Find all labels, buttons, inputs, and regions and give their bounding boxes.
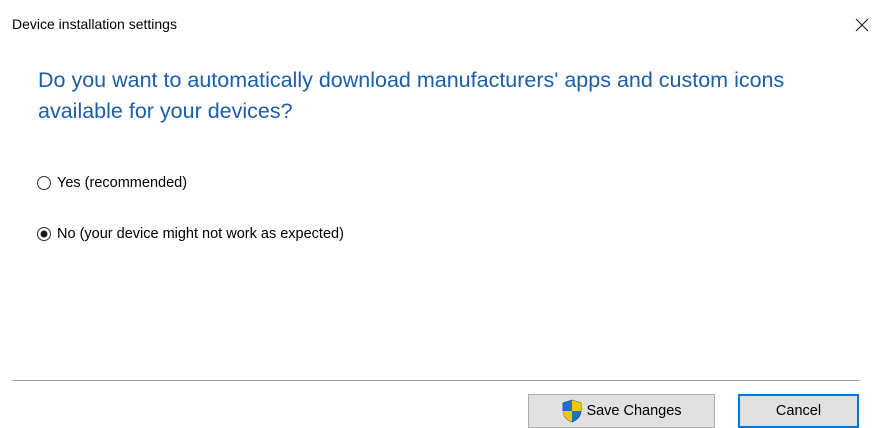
window-title: Device installation settings [12, 16, 177, 32]
footer-divider [12, 380, 860, 381]
radio-button-selected[interactable] [36, 226, 52, 242]
radio-label-no: No (your device might not work as expect… [57, 226, 344, 242]
save-changes-button[interactable]: Save Changes [528, 394, 715, 428]
radio-button-unselected[interactable] [36, 175, 52, 191]
close-button[interactable] [840, 8, 884, 42]
close-icon [855, 18, 869, 32]
save-changes-label: Save Changes [586, 403, 682, 419]
uac-shield-icon [561, 399, 583, 423]
radio-option-no[interactable]: No (your device might not work as expect… [36, 226, 344, 242]
question-heading: Do you want to automatically download ma… [38, 68, 785, 123]
cancel-label: Cancel [775, 403, 822, 419]
cancel-button[interactable]: Cancel [738, 394, 859, 428]
radio-label-yes: Yes (recommended) [57, 175, 188, 191]
device-installation-dialog: Device installation settings Do you want… [0, 0, 884, 428]
radio-option-yes[interactable]: Yes (recommended) [36, 175, 187, 191]
title-bar: Device installation settings [0, 0, 884, 48]
